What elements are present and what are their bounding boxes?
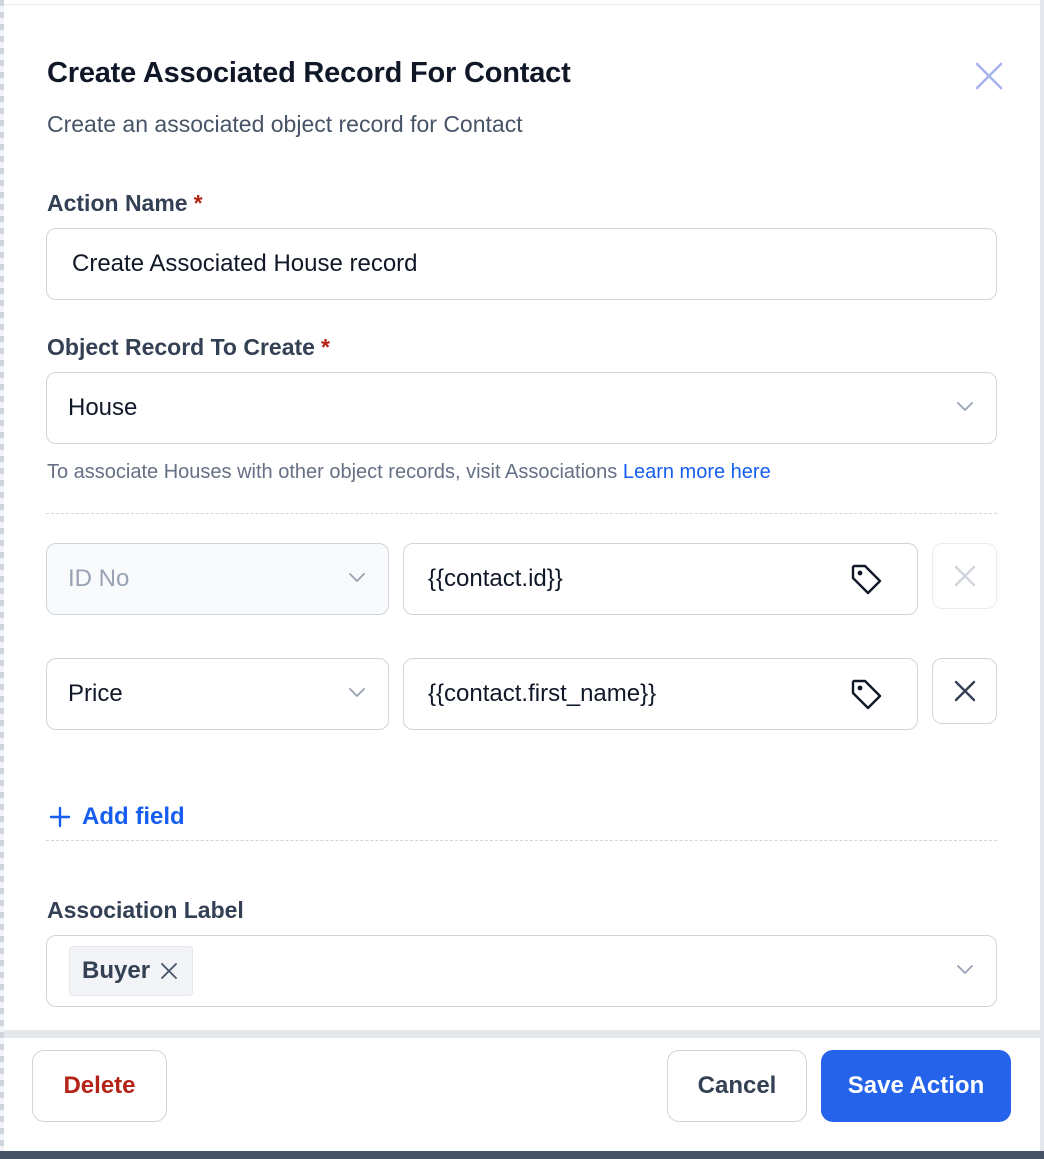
association-label: Association Label xyxy=(47,897,244,924)
section-divider xyxy=(46,840,997,841)
chevron-down-icon xyxy=(349,688,365,697)
footer-separator xyxy=(4,1030,1040,1038)
field-value-input[interactable]: {{contact.id}} xyxy=(403,543,918,615)
field-select-value: Price xyxy=(68,680,123,707)
add-field-button[interactable]: Add field xyxy=(48,803,185,831)
field-select-value: ID No xyxy=(68,565,130,592)
remove-field-button-disabled xyxy=(932,543,997,609)
object-record-label-text: Object Record To Create xyxy=(47,334,315,360)
action-name-label: Action Name * xyxy=(47,190,203,217)
action-name-input[interactable]: Create Associated House record xyxy=(46,228,997,300)
field-select-disabled: ID No xyxy=(46,543,389,615)
tag-icon[interactable] xyxy=(849,677,885,713)
object-record-label: Object Record To Create * xyxy=(47,334,330,361)
chevron-down-icon xyxy=(957,965,973,974)
section-divider xyxy=(46,513,997,514)
chevron-down-icon xyxy=(957,402,973,411)
dialog-title: Create Associated Record For Contact xyxy=(47,57,571,89)
delete-button[interactable]: Delete xyxy=(32,1050,167,1122)
hint-text: To associate Houses with other object re… xyxy=(47,461,618,483)
bottom-edge xyxy=(0,1151,1044,1159)
required-mark: * xyxy=(320,334,330,360)
required-mark: * xyxy=(193,190,203,216)
association-select[interactable]: Buyer xyxy=(46,935,997,1007)
dialog-panel: Create Associated Record For Contact Cre… xyxy=(4,5,1040,1151)
cancel-button[interactable]: Cancel xyxy=(667,1050,807,1122)
close-icon[interactable] xyxy=(972,59,1006,93)
association-label-text: Association Label xyxy=(47,897,244,923)
dialog-subtitle: Create an associated object record for C… xyxy=(47,111,523,137)
remove-field-button[interactable] xyxy=(932,658,997,724)
chip-remove-icon[interactable] xyxy=(160,962,178,980)
remove-icon xyxy=(954,680,975,702)
save-action-button[interactable]: Save Action xyxy=(821,1050,1011,1122)
field-value-text: {{contact.first_name}} xyxy=(428,680,657,707)
association-chip: Buyer xyxy=(69,946,194,996)
tag-icon[interactable] xyxy=(849,562,885,598)
action-name-value: Create Associated House record xyxy=(72,250,418,277)
chip-label: Buyer xyxy=(82,957,151,984)
object-record-selected-value: House xyxy=(68,394,138,421)
field-select[interactable]: Price xyxy=(46,658,389,730)
field-value-input[interactable]: {{contact.first_name}} xyxy=(403,658,918,730)
remove-icon xyxy=(954,565,975,587)
plus-icon xyxy=(49,806,71,828)
object-record-hint: To associate Houses with other object re… xyxy=(47,461,771,484)
action-name-label-text: Action Name xyxy=(47,190,188,216)
learn-more-link[interactable]: Learn more here xyxy=(623,461,771,483)
add-field-label: Add field xyxy=(82,803,185,830)
right-edge xyxy=(1040,0,1044,1159)
object-record-select[interactable]: House xyxy=(46,372,997,444)
chevron-down-icon xyxy=(349,573,365,582)
field-value-text: {{contact.id}} xyxy=(428,565,563,592)
